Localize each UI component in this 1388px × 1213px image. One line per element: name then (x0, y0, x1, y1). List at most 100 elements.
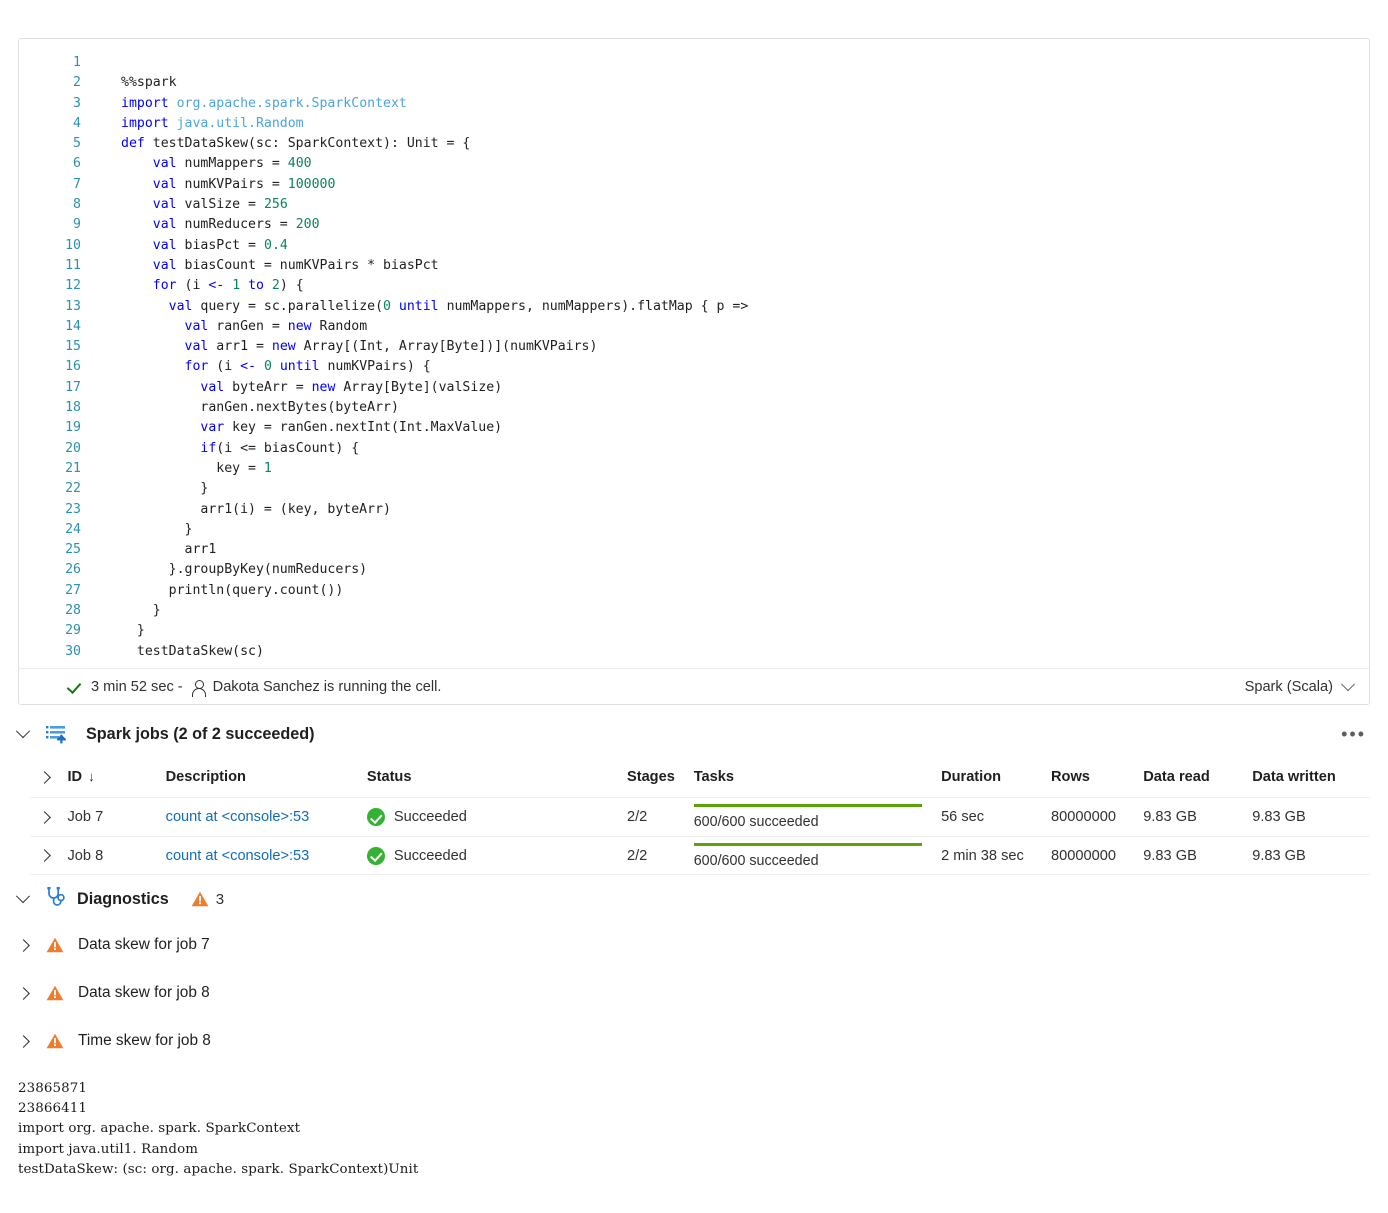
code-line[interactable]: 8 val valSize = 256 (19, 195, 1369, 215)
code-line[interactable]: 3 import org.apache.spark.SparkContext (19, 94, 1369, 114)
column-header-duration[interactable]: Duration (941, 769, 1051, 785)
code-text: key = 1 (121, 460, 272, 476)
code-line[interactable]: 14 val ranGen = new Random (19, 317, 1369, 337)
code-line[interactable]: 27 println(query.count()) (19, 581, 1369, 601)
diagnostic-expand-toggle[interactable] (0, 938, 46, 952)
cell-status: Succeeded (393, 809, 467, 825)
spark-jobs-icon (46, 724, 80, 744)
warning-icon (46, 985, 64, 1001)
column-header-status[interactable]: Status (367, 769, 627, 785)
line-number: 5 (73, 136, 81, 152)
column-header-stages[interactable]: Stages (627, 769, 694, 785)
code-line[interactable]: 1 (19, 53, 1369, 73)
warning-icon (46, 937, 64, 953)
job-description-link[interactable]: count at <console>:53 (166, 809, 310, 825)
code-text: } (121, 521, 193, 537)
tasks-progress: 600/600 succeeded (693, 842, 922, 869)
success-icon (366, 846, 385, 865)
code-line[interactable]: 24 } (19, 520, 1369, 540)
line-number: 1 (73, 55, 81, 70)
cell-duration: 56 sec (941, 809, 985, 825)
spark-jobs-header[interactable]: Spark jobs (2 of 2 succeeded) ••• (0, 716, 1388, 752)
line-number: 7 (73, 176, 81, 192)
code-line[interactable]: 5 def testDataSkew(sc: SparkContext): Uni… (19, 134, 1369, 154)
code-line[interactable]: 25 arr1 (19, 540, 1369, 560)
column-header-tasks[interactable]: Tasks (694, 769, 941, 785)
job-description-link[interactable]: count at <console>:53 (166, 848, 310, 864)
column-header-data-read[interactable]: Data read (1143, 769, 1252, 785)
code-text: if(i <= biasCount) { (200, 440, 360, 456)
code-line[interactable]: 6 val numMappers = 400 (19, 154, 1369, 174)
code-line[interactable]: 11 val biasCount = numKVPairs * biasPct (19, 256, 1369, 276)
column-header-description[interactable]: Description (166, 769, 367, 785)
line-number: 22 (65, 481, 81, 497)
cell-duration: 2 min 38 sec (941, 847, 1024, 864)
stethoscope-icon (46, 886, 69, 913)
code-line[interactable]: 16 for (i <- 0 until numKVPairs) { (19, 357, 1369, 377)
line-number: 14 (65, 318, 81, 334)
code-line[interactable]: 20 if(i <= biasCount) { (19, 439, 1369, 459)
code-line[interactable]: 2 %%spark (19, 73, 1369, 93)
line-number: 13 (65, 298, 81, 314)
more-options-button[interactable]: ••• (1341, 725, 1366, 743)
code-text: var key = ranGen.nextInt(Int.MaxValue) (200, 420, 503, 436)
notebook-cell[interactable]: 1 2 %%spark 3 import org.apache.spark.SparkC… (18, 38, 1370, 705)
code-line[interactable]: 19 var key = ranGen.nextInt(Int.MaxValue… (19, 418, 1369, 438)
code-line[interactable]: 13 val query = sc.parallelize(0 until nu… (19, 297, 1369, 317)
column-header-rows[interactable]: Rows (1051, 769, 1143, 785)
person-icon (191, 679, 207, 697)
code-text: val numKVPairs = 100000 (152, 176, 336, 192)
code-line[interactable]: 26 }.groupByKey(numReducers) (19, 560, 1369, 580)
row-expand-toggle[interactable] (30, 849, 67, 862)
code-text: def testDataSkew(sc: SparkContext): Unit… (121, 136, 471, 152)
code-text: val numReducers = 200 (152, 217, 320, 233)
code-line[interactable]: 10 val biasPct = 0.4 (19, 236, 1369, 256)
row-expand-toggle[interactable] (30, 810, 67, 824)
code-text: val biasPct = 0.4 (152, 237, 288, 253)
diagnostic-item[interactable]: Data skew for job 8 (0, 978, 1388, 1008)
code-line[interactable]: 7 val numKVPairs = 100000 (19, 175, 1369, 195)
diagnostic-expand-toggle[interactable] (0, 986, 46, 1000)
code-editor[interactable]: 1 2 %%spark 3 import org.apache.spark.SparkC… (19, 53, 1369, 662)
table-row[interactable]: Job 7 count at <console>:53 Succeeded 2/2 60… (30, 797, 1370, 836)
code-text: arr1(i) = (key, byteArr) (121, 501, 391, 517)
code-line[interactable]: 28 } (19, 601, 1369, 621)
diagnostics-header[interactable]: Diagnostics 3 (0, 881, 1388, 917)
cell-language-selector[interactable]: Spark (Scala) (1245, 676, 1356, 695)
code-text: testDataSkew(sc) (121, 643, 264, 659)
diagnostic-expand-toggle[interactable] (0, 1034, 46, 1048)
diagnostic-item[interactable]: Data skew for job 7 (0, 930, 1388, 960)
line-number: 27 (65, 582, 81, 598)
cell-job-id: Job 8 (67, 847, 104, 864)
code-text: val query = sc.parallelize(0 until numMa… (168, 298, 749, 314)
sort-descending-icon: ↓ (88, 769, 95, 784)
diagnostic-item[interactable]: Time skew for job 8 (0, 1026, 1388, 1056)
code-line[interactable]: 23 arr1(i) = (key, byteArr) (19, 500, 1369, 520)
code-line[interactable]: 22 } (19, 479, 1369, 499)
line-number: 23 (65, 501, 81, 517)
table-row[interactable]: Job 8 count at <console>:53 Succeeded 2/2 60… (30, 836, 1370, 875)
column-header-data-written[interactable]: Data written (1252, 769, 1370, 785)
code-line[interactable]: 12 for (i <- 1 to 2) { (19, 276, 1369, 296)
code-line[interactable]: 18 ranGen.nextBytes(byteArr) (19, 398, 1369, 418)
code-text: %%spark (121, 75, 177, 91)
diagnostics-title: Diagnostics (77, 889, 169, 908)
spark-jobs-collapse-toggle[interactable] (0, 724, 46, 739)
code-text: } (121, 481, 209, 497)
code-line[interactable]: 9 val numReducers = 200 (19, 215, 1369, 235)
chevron-down-icon[interactable] (1340, 676, 1356, 691)
spark-jobs-table: ID ↓ Description Status Stages Tasks Dura… (30, 757, 1370, 875)
line-number: 2 (73, 75, 81, 91)
code-text: } (121, 603, 161, 619)
code-line[interactable]: 4 import java.util.Random (19, 114, 1369, 134)
code-text: println(query.count()) (121, 582, 344, 598)
code-line[interactable]: 15 val arr1 = new Array[(Int, Array[Byte… (19, 337, 1369, 357)
code-line[interactable]: 17 val byteArr = new Array[Byte](valSize… (19, 378, 1369, 398)
code-line[interactable]: 29 } (19, 621, 1369, 641)
column-header-id[interactable]: ID ↓ (67, 769, 165, 785)
tasks-progress-bar (693, 842, 922, 846)
code-line[interactable]: 30 testDataSkew(sc) (19, 642, 1369, 662)
expand-all-toggle[interactable] (30, 770, 67, 784)
diagnostics-collapse-toggle[interactable] (0, 889, 46, 904)
code-line[interactable]: 21 key = 1 (19, 459, 1369, 479)
